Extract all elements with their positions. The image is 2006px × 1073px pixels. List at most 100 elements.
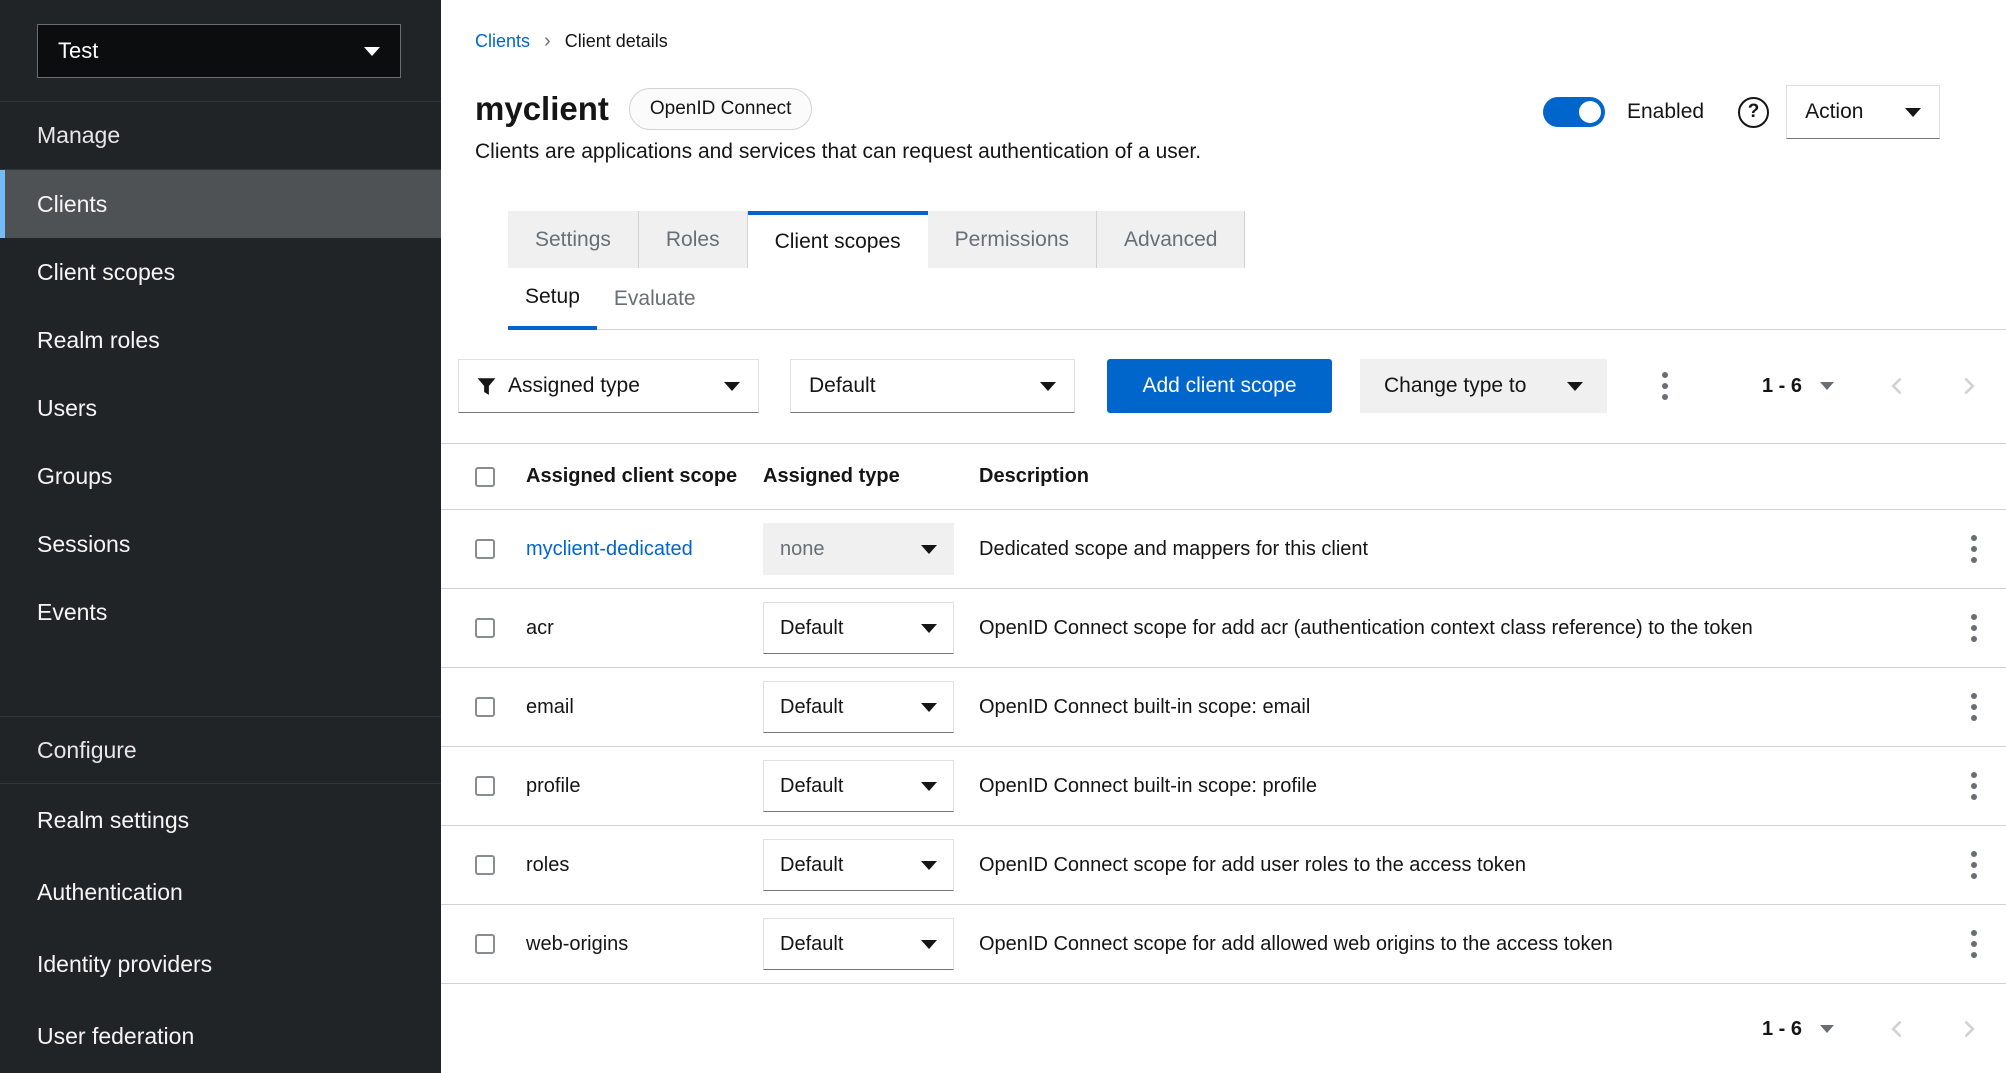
toolbar-kebab-menu[interactable] [1653, 364, 1677, 409]
row-checkbox[interactable] [475, 776, 495, 796]
caret-down-icon [921, 545, 937, 554]
pagination-bottom: 1 - 6 [1762, 1018, 1978, 1041]
row-checkbox[interactable] [475, 697, 495, 717]
caret-down-icon [1905, 108, 1921, 117]
breadcrumb-current: Client details [565, 31, 668, 52]
caret-down-icon [921, 703, 937, 712]
page-description: Clients are applications and services th… [475, 140, 1201, 164]
chevron-right-icon[interactable] [1960, 375, 1978, 397]
sidebar: Test Manage Clients Client scopes Realm … [0, 0, 441, 1073]
help-icon[interactable]: ? [1738, 97, 1769, 128]
sidebar-item-identity-providers[interactable]: Identity providers [0, 928, 441, 1000]
tab-advanced[interactable]: Advanced [1097, 211, 1245, 268]
tab-evaluate[interactable]: Evaluate [597, 268, 713, 330]
chevron-left-icon[interactable] [1888, 375, 1906, 397]
table-row: roles Default OpenID Connect scope for a… [441, 826, 2006, 905]
row-kebab-menu[interactable] [1962, 843, 1986, 888]
tab-setup[interactable]: Setup [508, 268, 597, 330]
action-dropdown[interactable]: Action [1786, 85, 1940, 139]
assigned-type-filter-select[interactable]: Assigned type [458, 359, 759, 413]
page-title: myclient [475, 90, 609, 128]
sidebar-item-groups[interactable]: Groups [0, 442, 441, 510]
caret-down-icon [921, 624, 937, 633]
scope-name-link[interactable]: myclient-dedicated [526, 538, 763, 561]
filter-icon [477, 377, 496, 396]
nav-item-list: Realm settings Authentication Identity p… [0, 784, 441, 1072]
caret-down-icon [1820, 1025, 1834, 1033]
tab-client-scopes[interactable]: Client scopes [748, 211, 928, 268]
tab-settings[interactable]: Settings [508, 211, 639, 268]
select-all-checkbox[interactable] [475, 467, 495, 487]
type-value-label: Default [809, 374, 876, 398]
chevron-right-icon[interactable] [1960, 1018, 1978, 1040]
sidebar-item-sessions[interactable]: Sessions [0, 510, 441, 578]
assigned-type-select[interactable]: Default [763, 602, 954, 654]
caret-down-icon [724, 382, 740, 391]
sidebar-item-client-scopes[interactable]: Client scopes [0, 238, 441, 306]
change-type-to-button[interactable]: Change type to [1360, 359, 1607, 413]
assigned-type-value: Default [780, 696, 843, 719]
row-description: OpenID Connect built-in scope: email [979, 696, 1942, 719]
sidebar-item-user-federation[interactable]: User federation [0, 1000, 441, 1072]
sidebar-item-users[interactable]: Users [0, 374, 441, 442]
type-value-select[interactable]: Default [790, 359, 1075, 413]
protocol-badge: OpenID Connect [629, 88, 813, 130]
scope-name-link: email [526, 696, 763, 719]
sidebar-header: Test [0, 0, 441, 102]
assigned-type-select[interactable]: Default [763, 760, 954, 812]
caret-down-icon [921, 782, 937, 791]
sidebar-nav: Manage Clients Client scopes Realm roles… [0, 102, 441, 1072]
row-kebab-menu[interactable] [1962, 527, 1986, 572]
sidebar-item-clients[interactable]: Clients [0, 170, 441, 238]
scope-name-link: profile [526, 775, 763, 798]
column-header-assigned-type: Assigned type [763, 465, 979, 488]
breadcrumb-link-clients[interactable]: Clients [475, 31, 530, 52]
row-kebab-menu[interactable] [1962, 922, 1986, 967]
caret-down-icon [1567, 382, 1583, 391]
pagination-range[interactable]: 1 - 6 [1762, 1018, 1802, 1041]
sidebar-item-realm-roles[interactable]: Realm roles [0, 306, 441, 374]
table-header-row: Assigned client scope Assigned type Desc… [441, 443, 2006, 510]
caret-down-icon [921, 940, 937, 949]
scope-name-link: roles [526, 854, 763, 877]
row-checkbox[interactable] [475, 618, 495, 638]
filter-select-label: Assigned type [508, 374, 640, 398]
realm-selector[interactable]: Test [37, 24, 401, 78]
sidebar-item-authentication[interactable]: Authentication [0, 856, 441, 928]
row-kebab-menu[interactable] [1962, 685, 1986, 730]
table-body: myclient-dedicated none Dedicated scope … [441, 510, 2006, 984]
breadcrumb: Clients › Client details [475, 30, 668, 53]
pagination-top: 1 - 6 [1762, 375, 1978, 398]
nav-section: Configure Realm settings Authentication … [0, 716, 441, 1072]
table-row: profile Default OpenID Connect built-in … [441, 747, 2006, 826]
sidebar-item-events[interactable]: Events [0, 578, 441, 646]
table-row: acr Default OpenID Connect scope for add… [441, 589, 2006, 668]
app-window: Test Manage Clients Client scopes Realm … [0, 0, 2006, 1073]
header-controls: Enabled ? Action [1543, 84, 1940, 140]
assigned-type-value: Default [780, 854, 843, 877]
assigned-type-value: Default [780, 933, 843, 956]
chevron-left-icon[interactable] [1888, 1018, 1906, 1040]
assigned-type-select[interactable]: none [763, 523, 954, 575]
caret-down-icon [1040, 382, 1056, 391]
pagination-range[interactable]: 1 - 6 [1762, 375, 1802, 398]
row-checkbox[interactable] [475, 539, 495, 559]
column-header-assigned-client-scope: Assigned client scope [526, 465, 763, 488]
enabled-toggle[interactable] [1543, 97, 1605, 127]
tab-roles[interactable]: Roles [639, 211, 748, 268]
assigned-type-select[interactable]: Default [763, 681, 954, 733]
nav-item-list: Clients Client scopes Realm roles Users … [0, 170, 441, 646]
nav-section-label: Configure [0, 716, 441, 784]
add-client-scope-button[interactable]: Add client scope [1107, 359, 1332, 413]
realm-name: Test [58, 38, 98, 64]
row-kebab-menu[interactable] [1962, 764, 1986, 809]
assigned-type-select[interactable]: Default [763, 839, 954, 891]
row-kebab-menu[interactable] [1962, 606, 1986, 651]
scope-name-link: acr [526, 617, 763, 640]
toggle-knob [1579, 101, 1601, 123]
row-checkbox[interactable] [475, 855, 495, 875]
assigned-type-select[interactable]: Default [763, 918, 954, 970]
row-checkbox[interactable] [475, 934, 495, 954]
tab-permissions[interactable]: Permissions [928, 211, 1097, 268]
sidebar-item-realm-settings[interactable]: Realm settings [0, 784, 441, 856]
